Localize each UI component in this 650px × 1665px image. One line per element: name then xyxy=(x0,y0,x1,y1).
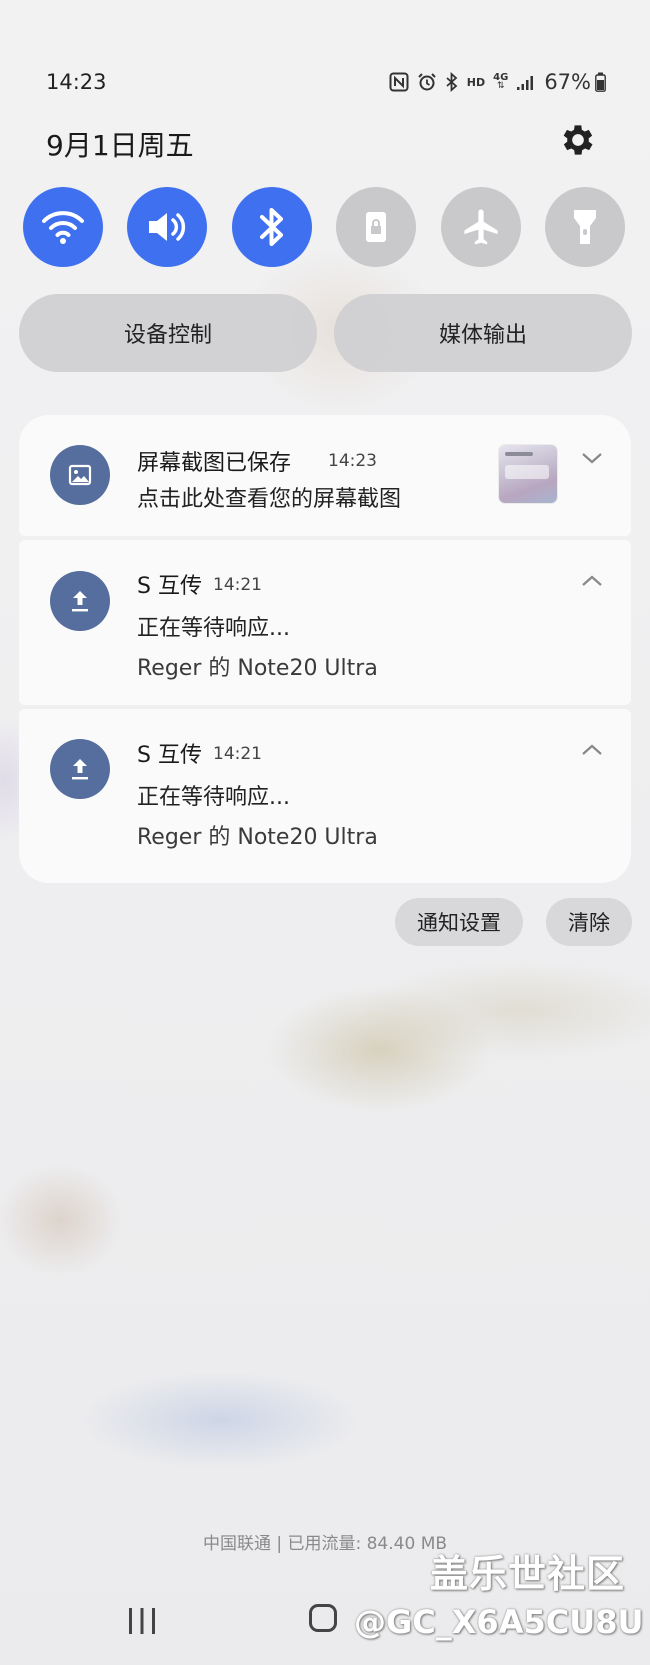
chevron-down-icon[interactable] xyxy=(579,445,605,471)
volume-icon xyxy=(149,213,186,241)
battery-percent: 67% xyxy=(544,70,591,94)
quickshare-notification-2[interactable]: S 互传 14:21 正在等待响应... Reger 的 Note20 Ultr… xyxy=(19,709,631,883)
notification-app-name: S 互传 xyxy=(137,574,202,599)
notification-time: 14:21 xyxy=(213,575,262,595)
recent-apps-button[interactable] xyxy=(126,1606,158,1640)
notification-time: 14:21 xyxy=(213,744,262,764)
screenshot-thumbnail[interactable] xyxy=(499,445,557,503)
wifi-toggle[interactable] xyxy=(23,187,103,267)
notification-settings-button[interactable]: 通知设置 xyxy=(395,898,523,946)
settings-gear-icon[interactable] xyxy=(558,120,598,160)
notification-subtext: Reger 的 Note20 Ultra xyxy=(137,825,378,850)
notification-time: 14:23 xyxy=(328,451,377,471)
flashlight-toggle[interactable] xyxy=(545,187,625,267)
bluetooth-toggle[interactable] xyxy=(232,187,312,267)
device-control-button[interactable]: 设备控制 xyxy=(19,294,317,372)
notification-text: 正在等待响应... xyxy=(137,616,290,641)
quickshare-app-icon xyxy=(50,739,110,799)
quickshare-app-icon xyxy=(50,571,110,631)
notification-subtext: Reger 的 Note20 Ultra xyxy=(137,656,378,681)
battery-indicator: 67% xyxy=(544,70,606,94)
hd-icon: HD xyxy=(466,75,486,89)
notification-title: 屏幕截图已保存 xyxy=(137,451,292,476)
airplane-icon xyxy=(464,209,498,245)
home-button[interactable] xyxy=(309,1604,337,1632)
notification-panel: 屏幕截图已保存 14:23 点击此处查看您的屏幕截图 S 互传 14:21 正在… xyxy=(19,415,631,883)
bluetooth-toggle-icon xyxy=(260,208,283,246)
flashlight-icon xyxy=(574,210,596,244)
battery-icon xyxy=(595,72,606,92)
status-time: 14:23 xyxy=(46,70,107,94)
lock-rotation-icon xyxy=(366,212,386,242)
status-icons: HD 4G ⇅ 67% xyxy=(389,70,606,94)
nfc-icon xyxy=(389,72,409,92)
watermark-site: 盖乐世社区 xyxy=(430,1552,626,1596)
sound-toggle[interactable] xyxy=(127,187,207,267)
watermark-user: @GC_X6A5CU8U xyxy=(354,1603,644,1641)
recent-apps-icon xyxy=(129,1608,155,1634)
date-label: 9月1日周五 xyxy=(46,129,194,162)
notification-text: 正在等待响应... xyxy=(137,785,290,810)
wifi-icon xyxy=(42,211,84,244)
image-icon xyxy=(68,464,92,486)
upload-icon xyxy=(72,759,88,780)
alarm-icon xyxy=(417,72,437,92)
airplane-toggle[interactable] xyxy=(441,187,521,267)
bluetooth-icon xyxy=(445,72,459,92)
quickshare-notification-1[interactable]: S 互传 14:21 正在等待响应... Reger 的 Note20 Ultr… xyxy=(19,540,631,705)
clear-button[interactable]: 清除 xyxy=(546,898,632,946)
signal-icon xyxy=(516,73,536,91)
screen-lock-toggle[interactable] xyxy=(336,187,416,267)
screenshot-app-icon xyxy=(50,445,110,505)
notification-app-name: S 互传 xyxy=(137,743,202,768)
4g-icon: 4G ⇅ xyxy=(493,72,509,91)
chevron-up-icon[interactable] xyxy=(579,737,605,763)
screenshot-notification[interactable]: 屏幕截图已保存 14:23 点击此处查看您的屏幕截图 xyxy=(19,415,631,536)
media-output-button[interactable]: 媒体输出 xyxy=(334,294,632,372)
notification-text: 点击此处查看您的屏幕截图 xyxy=(137,487,402,512)
upload-icon xyxy=(72,591,88,612)
chevron-up-icon[interactable] xyxy=(579,568,605,594)
